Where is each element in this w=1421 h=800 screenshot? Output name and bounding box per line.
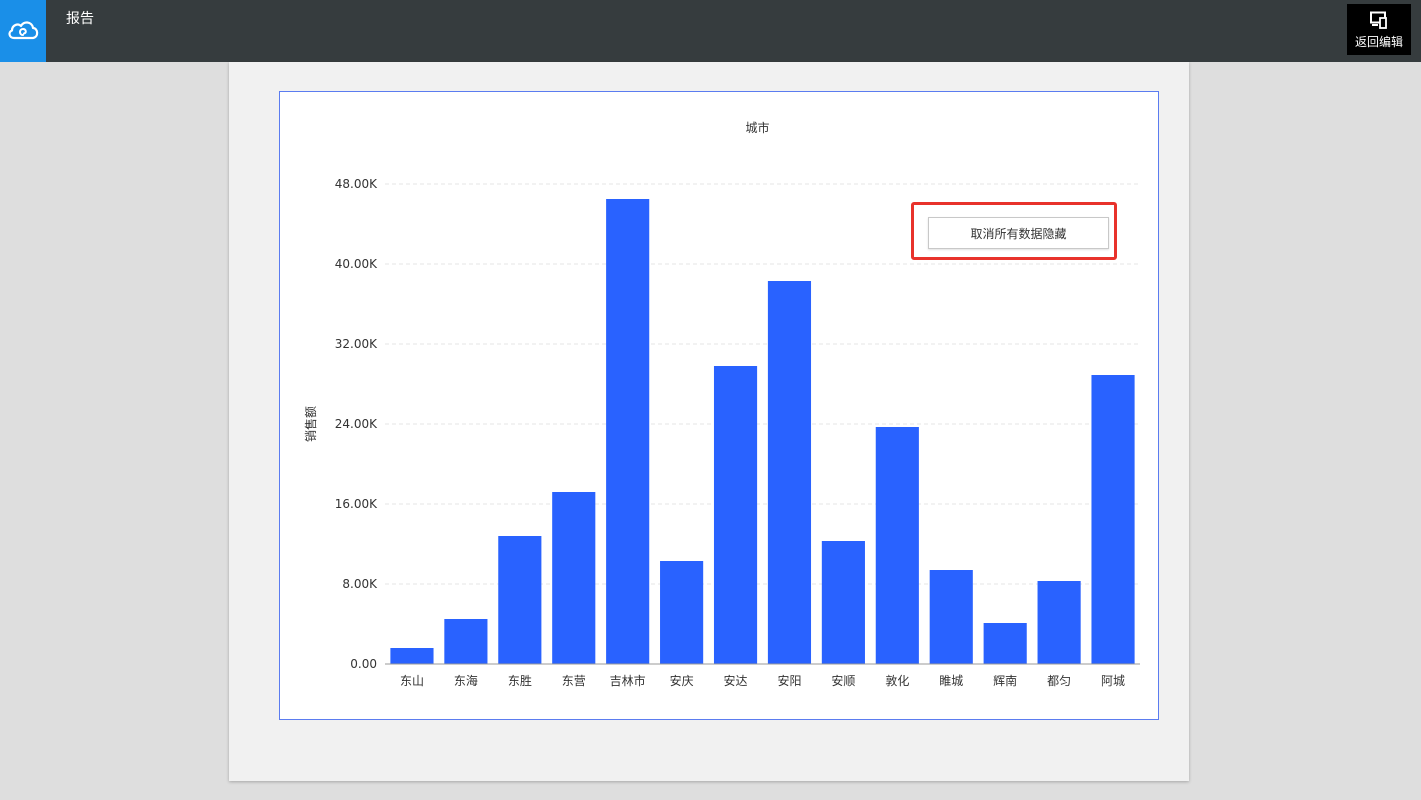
- x-tick-label: 睢城: [939, 674, 963, 688]
- x-tick-label: 东海: [454, 673, 478, 688]
- device-icon: [1370, 11, 1387, 29]
- x-tick-label: 东胜: [508, 673, 532, 688]
- y-tick-label: 24.00K: [335, 417, 378, 431]
- bar-辉南: [983, 623, 1027, 664]
- x-tick-label: 吉林市: [610, 673, 646, 688]
- bar-睢城: [929, 570, 973, 664]
- chart-title: 城市: [745, 120, 769, 135]
- bar-安顺: [821, 541, 865, 664]
- x-tick-label: 东营: [562, 674, 586, 688]
- bar-东山: [390, 648, 434, 664]
- y-tick-label: 32.00K: [335, 337, 378, 351]
- x-tick-label: 安顺: [831, 673, 855, 688]
- bar-chart: 城市销售额 0.00 8.00K 16.00K 24.00K 32.00K 40.00K 48…: [303, 120, 1140, 688]
- x-tick-label: 东山: [400, 674, 424, 688]
- bar-东胜: [498, 536, 542, 664]
- bar-安庆: [660, 561, 704, 664]
- back-to-edit-button[interactable]: 返回编辑: [1347, 4, 1411, 55]
- y-axis-label: 销售额: [303, 406, 318, 442]
- y-tick-label: 8.00K: [342, 577, 378, 591]
- x-tick-label: 辉南: [993, 673, 1017, 688]
- bar-都匀: [1037, 581, 1081, 664]
- x-tick-label: 安庆: [670, 673, 694, 688]
- cancel-all-hide-button[interactable]: 取消所有数据隐藏: [928, 217, 1109, 249]
- back-to-edit-label: 返回编辑: [1354, 35, 1403, 49]
- y-tick-label: 16.00K: [335, 497, 378, 511]
- x-tick-label: 阿城: [1101, 674, 1125, 688]
- y-tick-label: 48.00K: [335, 177, 378, 191]
- x-tick-label: 安达: [724, 673, 748, 688]
- bar-安阳: [767, 281, 812, 664]
- chart-container[interactable]: 城市销售额 0.00 8.00K 16.00K 24.00K 32.00K 40.00K 48…: [279, 91, 1159, 720]
- x-tick-label: 敦化: [885, 673, 909, 688]
- top-bar: 报告 返回编辑: [0, 0, 1421, 62]
- bar-安达: [713, 366, 758, 664]
- bar-东海: [444, 619, 488, 664]
- y-tick-label: 40.00K: [335, 257, 378, 271]
- x-tick-label: 都匀: [1047, 674, 1071, 688]
- x-tick-label: 安阳: [777, 673, 801, 688]
- y-tick-label: 0.00: [350, 657, 377, 671]
- app-logo[interactable]: [0, 0, 46, 62]
- cloud-icon: [8, 21, 39, 40]
- bar-吉林市: [606, 199, 650, 664]
- bar-阿城: [1091, 375, 1135, 664]
- page-title: 报告: [66, 11, 94, 27]
- report-page: 城市销售额 0.00 8.00K 16.00K 24.00K 32.00K 40.00K 48…: [229, 62, 1189, 781]
- bar-东营: [552, 492, 596, 664]
- bar-敦化: [875, 427, 919, 664]
